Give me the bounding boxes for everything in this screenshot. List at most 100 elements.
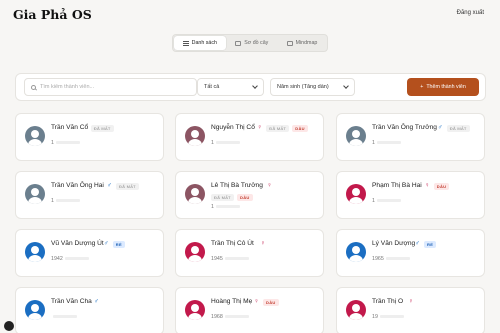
birth-year-value: 1965 bbox=[372, 256, 384, 262]
in-law-daughter-badge: DÂU bbox=[237, 194, 253, 201]
deceased-badge: ĐÃ MẤT bbox=[266, 125, 290, 132]
birth-year: 1 bbox=[211, 204, 240, 210]
tab-list-label: Danh sách bbox=[191, 40, 217, 46]
tab-list[interactable]: Danh sách bbox=[174, 36, 226, 50]
birth-year: 1 bbox=[372, 140, 401, 146]
male-icon: ♂ bbox=[107, 182, 112, 189]
birth-year-value: 1 bbox=[372, 198, 375, 204]
avatar bbox=[185, 184, 205, 204]
birth-year bbox=[51, 314, 77, 320]
member-card[interactable]: Trần Văn Ông Trưởng ♂ ĐÃ MẤT 1 bbox=[336, 113, 485, 161]
deceased-badge: ĐÃ MẤT bbox=[90, 125, 114, 132]
sort-select[interactable]: Năm sinh (Tăng dần) bbox=[270, 78, 355, 96]
logout-link[interactable]: Đăng xuất bbox=[457, 10, 484, 16]
female-icon: ♀ bbox=[408, 298, 414, 305]
member-card[interactable]: Trần Thị Cô Út ♀ 1945 bbox=[175, 229, 324, 277]
birth-year-value: 19 bbox=[372, 314, 378, 320]
female-icon: ♀ bbox=[260, 240, 266, 247]
member-name: Lê Thị Bà Trưởng bbox=[211, 182, 263, 189]
redacted-date bbox=[55, 199, 80, 203]
avatar bbox=[185, 126, 205, 146]
avatar bbox=[25, 300, 45, 320]
member-card[interactable]: Phạm Thị Bà Hai ♀ DÂU 1 bbox=[336, 171, 485, 219]
redacted-date bbox=[376, 199, 401, 203]
member-card[interactable]: Hoàng Thị Mẹ ♀ DÂU 1968 bbox=[175, 287, 324, 333]
female-icon: ♀ bbox=[257, 124, 263, 131]
redacted-date bbox=[55, 141, 80, 145]
member-name: Hoàng Thị Mẹ bbox=[211, 298, 253, 305]
member-name: Trần Thị O bbox=[372, 298, 404, 305]
avatar bbox=[25, 242, 45, 262]
member-name: Trần Văn Ông Hai bbox=[51, 182, 104, 189]
search-box[interactable] bbox=[24, 78, 197, 96]
member-card[interactable]: Trần Thị O ♀ 19 bbox=[336, 287, 485, 333]
list-icon bbox=[182, 40, 189, 46]
add-member-button[interactable]: + Thêm thành viên bbox=[407, 78, 479, 96]
tree-icon bbox=[235, 40, 242, 46]
help-bubble-icon[interactable] bbox=[4, 321, 14, 331]
member-name: Nguyễn Thị Cổ bbox=[211, 124, 255, 131]
birth-year: 1 bbox=[51, 140, 80, 146]
search-icon bbox=[31, 84, 36, 90]
redacted-date bbox=[376, 141, 401, 145]
in-law-daughter-badge: DÂU bbox=[433, 183, 450, 190]
avatar bbox=[346, 300, 366, 320]
male-icon: ♂ bbox=[103, 240, 109, 247]
search-input[interactable] bbox=[40, 84, 190, 90]
in-law-son-badge: RỂ bbox=[424, 241, 437, 248]
redacted-date bbox=[53, 315, 77, 319]
birth-year: 1942 bbox=[51, 256, 89, 262]
plus-icon: + bbox=[420, 84, 424, 90]
birth-year: 1968 bbox=[211, 314, 249, 320]
in-law-daughter-badge: DÂU bbox=[292, 125, 308, 132]
birth-year-value: 1 bbox=[211, 204, 214, 210]
member-card[interactable]: Trần Văn Ông Hai ♂ ĐÃ MẤT 1 bbox=[15, 171, 164, 219]
male-icon: ♂ bbox=[437, 124, 443, 131]
member-name: Trần Văn Ông Trưởng bbox=[372, 124, 437, 131]
redacted-date bbox=[379, 315, 404, 319]
sort-select-value: Năm sinh (Tăng dần) bbox=[277, 84, 329, 90]
avatar bbox=[25, 184, 45, 204]
in-law-son-badge: RỂ bbox=[112, 241, 125, 248]
avatar bbox=[185, 300, 205, 320]
status-select[interactable]: Tất cả bbox=[197, 78, 264, 96]
member-name: Trần Thị Cô Út bbox=[211, 240, 254, 247]
chevron-down-icon bbox=[252, 83, 258, 89]
member-name: Trần Văn Cổ bbox=[51, 124, 89, 131]
in-law-daughter-badge: DÂU bbox=[263, 299, 279, 306]
birth-year: 1 bbox=[211, 140, 240, 146]
tab-mindmap[interactable]: Mindmap bbox=[278, 36, 326, 50]
status-select-value: Tất cả bbox=[204, 84, 220, 90]
member-card[interactable]: Trần Văn Cổ ĐÃ MẤT 1 bbox=[15, 113, 164, 161]
tab-mindmap-label: Mindmap bbox=[295, 40, 318, 46]
birth-year: 1 bbox=[51, 198, 80, 204]
brand-title: Gia Phả OS bbox=[13, 7, 92, 22]
member-card[interactable]: Nguyễn Thị Cổ ♀ ĐÃ MẤT DÂU 1 bbox=[175, 113, 324, 161]
female-icon: ♀ bbox=[267, 182, 272, 189]
birth-year-value: 1 bbox=[51, 140, 54, 146]
avatar bbox=[346, 126, 366, 146]
birth-year-value: 1945 bbox=[211, 256, 223, 262]
member-card[interactable]: Trần Văn Cha ♂ bbox=[15, 287, 164, 333]
redacted-date bbox=[215, 205, 240, 209]
birth-year-value: 1942 bbox=[51, 256, 63, 262]
member-name: Lý Văn Dượng bbox=[372, 240, 416, 247]
redacted-date bbox=[64, 257, 89, 261]
add-member-label: Thêm thành viên bbox=[426, 84, 466, 90]
birth-year: 19 bbox=[372, 314, 404, 320]
tab-tree[interactable]: Sơ đồ cây bbox=[227, 36, 277, 50]
avatar bbox=[346, 184, 366, 204]
avatar bbox=[185, 242, 205, 262]
redacted-date bbox=[215, 141, 240, 145]
tab-tree-label: Sơ đồ cây bbox=[244, 40, 269, 46]
male-icon: ♂ bbox=[94, 298, 99, 305]
member-name: Phạm Thị Bà Hai bbox=[372, 182, 422, 189]
deceased-badge: ĐÃ MẤT bbox=[446, 125, 470, 132]
member-card[interactable]: Lê Thị Bà Trưởng ♀ ĐÃ MẤT DÂU 1 bbox=[175, 171, 324, 219]
male-icon: ♂ bbox=[415, 240, 420, 247]
filter-bar: Tất cả Năm sinh (Tăng dần) + Thêm thành … bbox=[15, 73, 486, 101]
member-card[interactable]: Vũ Văn Dượng Út ♂ RỂ 1942 bbox=[15, 229, 164, 277]
birth-year-value: 1 bbox=[51, 198, 54, 204]
top-bar: Gia Phả OS Đăng xuất bbox=[0, 0, 500, 30]
member-card[interactable]: Lý Văn Dượng ♂ RỂ 1965 bbox=[336, 229, 485, 277]
